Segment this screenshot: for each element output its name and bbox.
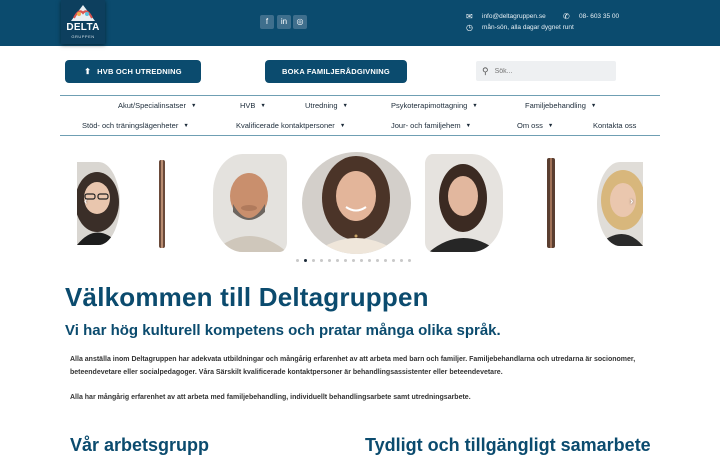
caret-down-icon: ▼ (590, 103, 597, 109)
opening-hours: ◷ mån-sön, alla dagar dygnet runt (466, 23, 574, 32)
caret-down-icon: ▼ (472, 103, 478, 109)
nav-item-stod[interactable]: Stöd- och träningslägenheter ▼ (82, 121, 189, 130)
logo-wordmark: DELTA (66, 22, 100, 33)
carousel-dot[interactable] (296, 259, 299, 262)
section-heading-samarbete: Tydligt och tillgängligt samarbete (365, 435, 651, 455)
email-text: info@deltagruppen.se (482, 13, 546, 20)
nav-label: Familjebehandling (525, 101, 586, 110)
carousel-dot[interactable] (408, 259, 411, 262)
nav-item-psykoterapi[interactable]: Psykoterapimottagning ▼ (391, 101, 478, 110)
staff-photo-featured[interactable] (302, 152, 411, 254)
caret-down-icon: ▼ (183, 123, 189, 129)
nav-divider-top (60, 95, 660, 96)
page-subtitle: Vi har hög kulturell kompetens och prata… (65, 322, 501, 339)
linkedin-icon[interactable]: in (277, 15, 291, 29)
nav-label: HVB (240, 101, 256, 110)
nav-label: Jour- och familjehem (391, 121, 461, 130)
top-bar: DELTA GRUPPEN f in ◎ ✉ info@deltagruppen… (0, 0, 720, 46)
boka-familjeradgivning-button[interactable]: BOKA FAMILJERÅDGIVNING (265, 60, 407, 83)
carousel-dot[interactable] (304, 259, 307, 262)
carousel-dot[interactable] (368, 259, 371, 262)
nav-label: Psykoterapimottagning (391, 101, 468, 110)
boka-label: BOKA FAMILJERÅDGIVNING (282, 67, 390, 76)
clock-icon: ◷ (466, 23, 473, 32)
search-icon: ⚲ (482, 65, 489, 76)
carousel-dot[interactable] (384, 259, 387, 262)
email-contact[interactable]: ✉ info@deltagruppen.se (466, 12, 546, 21)
section-heading-arbetsgrupp: Vår arbetsgrupp (70, 435, 210, 455)
carousel-dot[interactable] (328, 259, 331, 262)
instagram-icon[interactable]: ◎ (293, 15, 307, 29)
logo-subtitle: GRUPPEN (71, 34, 95, 39)
carousel-dot[interactable] (320, 259, 323, 262)
hvb-utredning-button[interactable]: ⬆ HVB OCH UTREDNING (65, 60, 201, 83)
phone-icon: ✆ (563, 12, 570, 21)
phone-contact[interactable]: ✆ 08- 603 35 00 (563, 12, 619, 21)
carousel-next-icon[interactable]: › (630, 196, 633, 207)
staff-photo[interactable] (597, 162, 643, 246)
torch-icon: ⬆ (84, 67, 92, 76)
facebook-icon[interactable]: f (260, 15, 274, 29)
nav-label: Kvalificerade kontaktpersoner (236, 121, 335, 130)
nav-label: Akut/Specialinsatser (118, 101, 186, 110)
caret-down-icon: ▼ (339, 123, 346, 129)
nav-label: Om oss (517, 121, 543, 130)
carousel-dot[interactable] (360, 259, 363, 262)
nav-item-familjebehandling[interactable]: Familjebehandling ▼ (525, 101, 596, 110)
caret-down-icon: ▼ (260, 103, 266, 109)
nav-item-hvb[interactable]: HVB ▼ (240, 101, 266, 110)
logo-mark-icon (71, 5, 95, 21)
nav-item-akut[interactable]: Akut/Specialinsatser ▼ (118, 101, 196, 110)
nav-item-kontakta[interactable]: Kontakta oss (593, 121, 636, 130)
page-title: Välkommen till Deltagruppen (65, 282, 429, 312)
phone-text: 08- 603 35 00 (579, 13, 620, 20)
staff-photo[interactable] (159, 160, 165, 248)
carousel-pagination (296, 259, 411, 262)
search-input[interactable] (494, 67, 605, 75)
nav-item-kvalificerade[interactable]: Kvalificerade kontaktpersoner ▼ (236, 121, 345, 130)
nav-label: Stöd- och träningslägenheter (82, 121, 179, 130)
carousel-dot[interactable] (344, 259, 347, 262)
intro-paragraph: Alla anställa inom Deltagruppen har adek… (70, 356, 636, 376)
nav-item-om-oss[interactable]: Om oss ▼ (517, 121, 553, 130)
envelope-icon: ✉ (466, 12, 473, 21)
caret-down-icon: ▼ (342, 103, 348, 109)
carousel-prev-icon[interactable]: ‹ (84, 196, 87, 207)
nav-item-jour[interactable]: Jour- och familjehem ▼ (391, 121, 471, 130)
nav-divider-bottom (60, 135, 660, 136)
nav-item-utredning[interactable]: Utredning ▼ (305, 101, 348, 110)
carousel-dot[interactable] (352, 259, 355, 262)
search-box[interactable]: ⚲ (476, 61, 616, 81)
hvb-utredning-label: HVB OCH UTREDNING (97, 67, 182, 76)
carousel-dot[interactable] (312, 259, 315, 262)
staff-photo[interactable] (425, 154, 503, 252)
hours-text: mån-sön, alla dagar dygnet runt (482, 24, 574, 31)
carousel-dot[interactable] (400, 259, 403, 262)
experience-paragraph: Alla har mångårig erfarenhet av att arbe… (70, 394, 471, 401)
staff-photo[interactable] (547, 158, 555, 248)
carousel-dot[interactable] (376, 259, 379, 262)
caret-down-icon: ▼ (547, 123, 554, 129)
carousel-dot[interactable] (392, 259, 395, 262)
nav-label: Kontakta oss (593, 121, 637, 130)
deltagruppen-logo[interactable]: DELTA GRUPPEN (61, 0, 105, 44)
carousel-dot[interactable] (336, 259, 339, 262)
caret-down-icon: ▼ (465, 123, 472, 129)
caret-down-icon: ▼ (190, 103, 197, 109)
nav-label: Utredning (305, 101, 338, 110)
staff-photo[interactable] (213, 154, 287, 252)
